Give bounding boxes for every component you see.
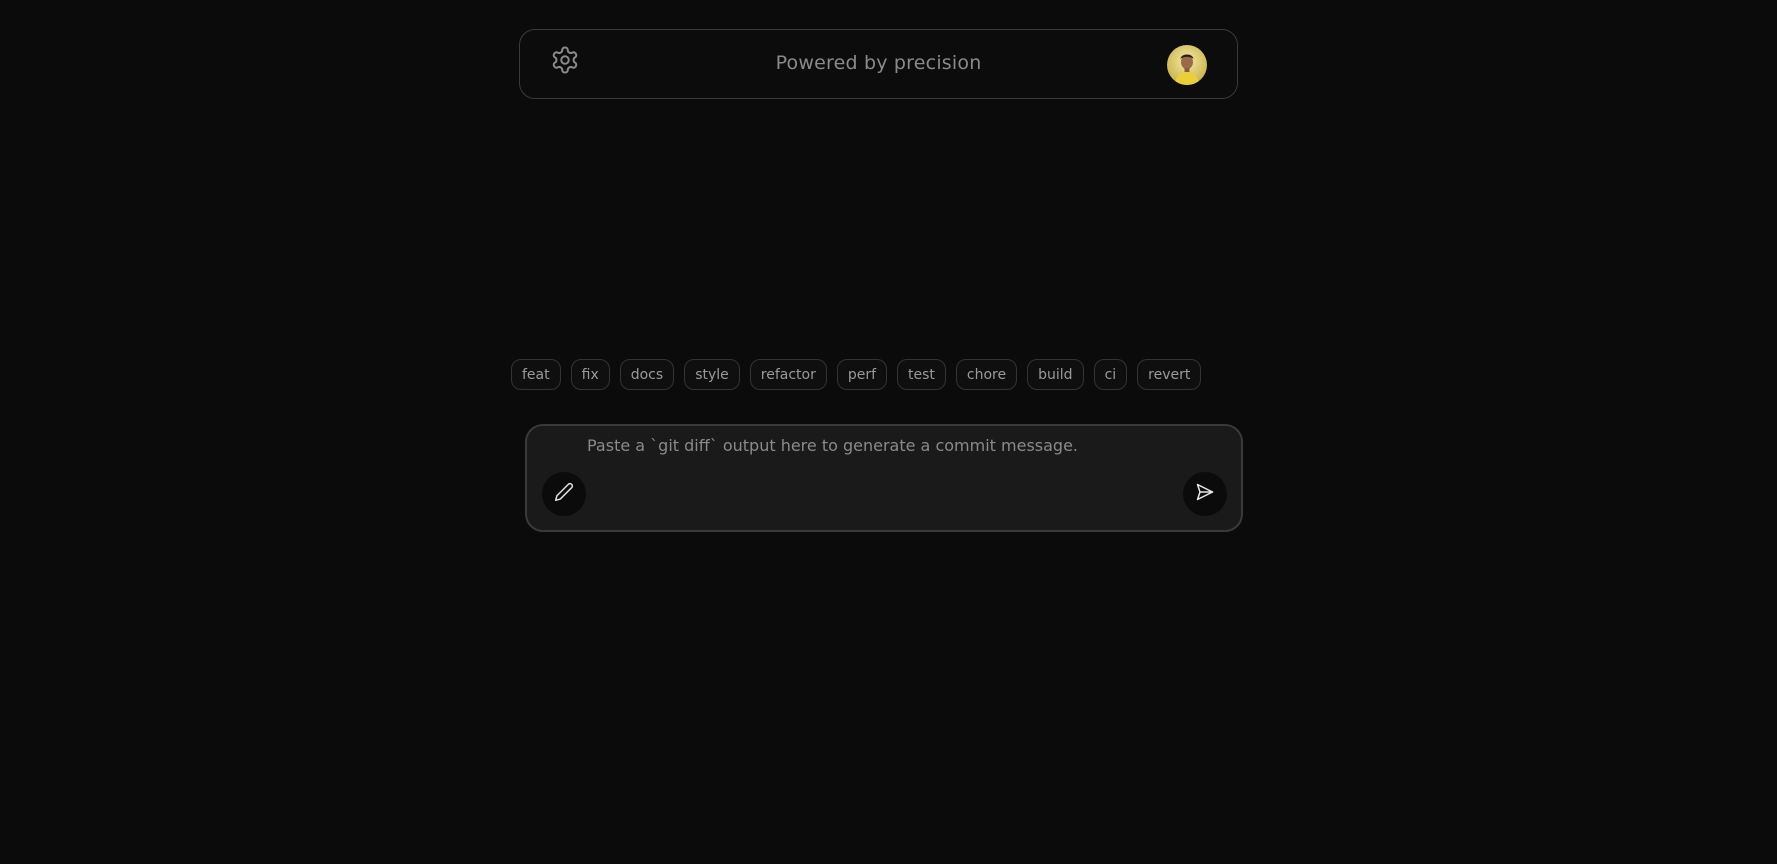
chip-refactor[interactable]: refactor [749, 359, 827, 390]
chip-revert[interactable]: revert [1137, 359, 1202, 390]
tagline: Powered by precision [775, 52, 982, 74]
top-bar: Powered by precision [519, 29, 1238, 99]
chip-test[interactable]: test [897, 359, 946, 390]
chip-docs[interactable]: docs [619, 359, 675, 390]
diff-input[interactable] [587, 436, 1187, 466]
chip-fix[interactable]: fix [570, 359, 610, 390]
pencil-icon [554, 482, 574, 506]
chip-build[interactable]: build [1027, 359, 1084, 390]
edit-button[interactable] [542, 472, 586, 516]
chip-style[interactable]: style [684, 359, 740, 390]
avatar[interactable] [1167, 45, 1207, 85]
chip-perf[interactable]: perf [836, 359, 888, 390]
chip-feat[interactable]: feat [511, 359, 561, 390]
page: Powered by precision feat fix docs style [0, 0, 1777, 864]
commit-type-chips: feat fix docs style refactor perf test c… [511, 359, 1202, 390]
diff-composer [525, 424, 1243, 532]
send-button[interactable] [1183, 472, 1227, 516]
chip-ci[interactable]: ci [1093, 359, 1128, 390]
send-icon [1195, 482, 1215, 506]
chip-chore[interactable]: chore [955, 359, 1018, 390]
